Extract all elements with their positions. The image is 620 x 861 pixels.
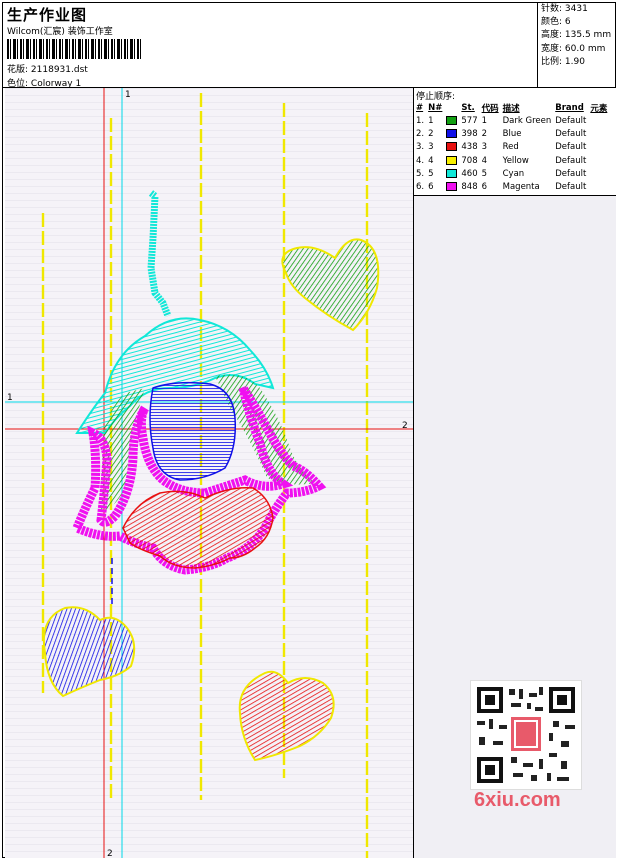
row-brand: Default [555, 168, 587, 179]
row-code: 6 [481, 182, 488, 193]
row-stitches: 708 [461, 155, 478, 166]
stat-width: 宽度: 60.0 mm [541, 43, 606, 54]
row-description: Blue [502, 128, 522, 139]
row-needle: 3 [428, 142, 434, 153]
row-swatch [445, 127, 460, 140]
row-element [589, 180, 610, 193]
company-name: Wilcom(汇宸) 装饰工作室 [7, 27, 113, 37]
row-brand: Default [555, 115, 587, 126]
table-row: 2. 2 398 2 Blue Default [415, 127, 610, 140]
color-swatch [446, 142, 458, 152]
row-element [589, 127, 610, 140]
row-swatch [445, 180, 460, 193]
barcode-icon [7, 39, 143, 59]
row-element [589, 114, 610, 127]
row-stitches: 577 [461, 115, 478, 126]
row-swatch [445, 141, 460, 154]
row-needle: 1 [428, 115, 434, 126]
col-needle: N# [428, 102, 443, 113]
row-stitches: 460 [461, 168, 478, 179]
flower-stem [147, 190, 172, 318]
stop-sequence-table: # N# St. 代码 描述 Brand 元素 1. 1 577 1 Dark Gree… [415, 101, 610, 194]
embroidery-canvas[interactable]: 1 1 2 2 [5, 88, 414, 858]
row-needle: 4 [428, 155, 434, 166]
row-code: 4 [481, 155, 488, 166]
row-brand: Default [555, 128, 587, 139]
watermark-text: 6xiu.com [474, 789, 561, 811]
row-number: 3. [416, 142, 425, 153]
row-swatch [445, 167, 460, 180]
stat-colors: 颜色: 6 [541, 17, 571, 28]
row-code: 3 [481, 142, 488, 153]
design-stats: 针数: 3431 颜色: 6 高度: 135.5 mm 宽度: 60.0 mm … [538, 2, 616, 88]
row-description: Yellow [502, 155, 529, 166]
row-description: Red [502, 142, 519, 153]
row-element [589, 154, 610, 167]
col-description: 描述 [502, 103, 520, 114]
row-description: Dark Green [502, 115, 552, 126]
row-stitches: 398 [461, 128, 478, 139]
col-code: 代码 [481, 103, 499, 114]
row-brand: Default [555, 142, 587, 153]
stat-stitches: 针数: 3431 [541, 4, 588, 14]
table-row: 5. 5 460 5 Cyan Default [415, 167, 610, 180]
row-needle: 6 [428, 182, 434, 193]
table-row: 4. 4 708 4 Yellow Default [415, 154, 610, 167]
col-swatch [445, 101, 460, 114]
color-swatch [446, 182, 458, 192]
col-number: # [416, 102, 424, 113]
flower-red-petals [122, 486, 274, 569]
col-element: 元素 [590, 103, 608, 114]
table-row: 3. 3 438 3 Red Default [415, 141, 610, 154]
red-guide-label-right: 2 [402, 421, 408, 431]
table-row: 6. 6 848 6 Magenta Default [415, 180, 610, 193]
flower-blue-center [149, 381, 237, 481]
row-number: 2. [416, 128, 425, 139]
stop-sequence-panel: 停止顺序: # N# St. 代码 描述 Brand 元素 1. 1 577 1 Dar… [414, 88, 616, 196]
row-brand: Default [555, 155, 587, 166]
row-number: 1. [416, 115, 425, 126]
row-brand: Default [555, 182, 587, 193]
row-element [589, 141, 610, 154]
cyan-guide-label-left: 1 [7, 393, 13, 403]
color-swatch [446, 128, 458, 138]
row-code: 5 [481, 168, 488, 179]
design-drawing: 1 1 2 2 [5, 88, 413, 858]
row-swatch [445, 114, 460, 127]
row-description: Cyan [502, 168, 525, 179]
row-code: 1 [481, 115, 488, 126]
cyan-guide-label-top: 1 [125, 90, 131, 100]
red-guide-label-bottom: 2 [107, 849, 113, 858]
color-swatch [446, 115, 458, 125]
row-code: 2 [481, 128, 488, 139]
col-stitches: St. [461, 102, 475, 113]
color-swatch [446, 155, 458, 165]
qr-code-icon [470, 680, 582, 790]
stat-scale: 比例: 1.90 [541, 56, 585, 67]
row-number: 4. [416, 155, 425, 166]
row-element [589, 167, 610, 180]
stat-height: 高度: 135.5 mm [541, 30, 612, 41]
red-heart [238, 670, 335, 762]
row-number: 5. [416, 168, 425, 179]
row-swatch [445, 154, 460, 167]
design-name: 花版: 2118931.dst [7, 65, 88, 75]
col-brand: Brand [555, 102, 584, 113]
header-panel: 生产作业图 Wilcom(汇宸) 装饰工作室 花版: 2118931.dst 色… [2, 2, 538, 89]
page-title: 生产作业图 [7, 6, 88, 24]
row-stitches: 438 [461, 142, 478, 153]
row-number: 6. [416, 182, 425, 193]
row-needle: 5 [428, 168, 434, 179]
row-needle: 2 [428, 128, 434, 139]
table-row: 1. 1 577 1 Dark Green Default [415, 114, 610, 127]
row-description: Magenta [502, 182, 540, 193]
row-stitches: 848 [461, 182, 478, 193]
table-header-row: # N# St. 代码 描述 Brand 元素 [415, 101, 610, 114]
green-heart [281, 238, 380, 332]
color-swatch [446, 168, 458, 178]
blue-heart [43, 606, 136, 698]
